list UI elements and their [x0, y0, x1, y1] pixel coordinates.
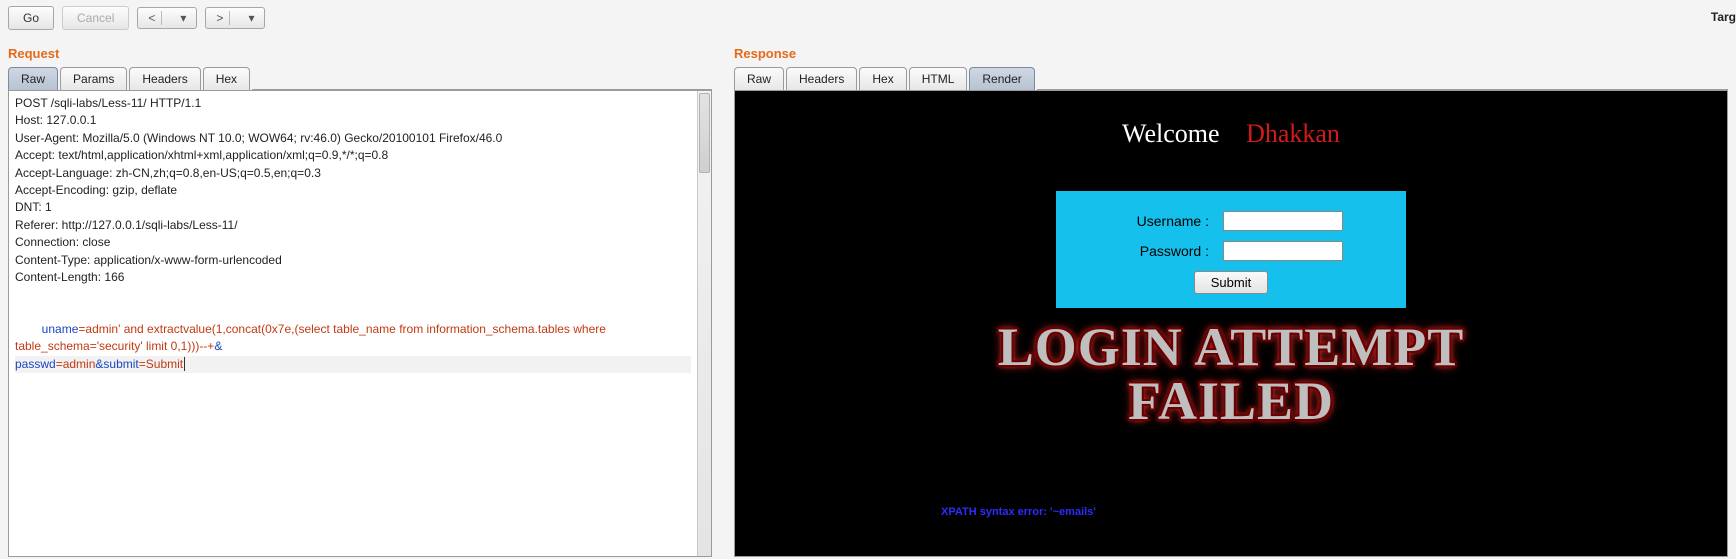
request-line: Accept-Encoding: gzip, deflate — [15, 182, 705, 199]
request-line: POST /sqli-labs/Less-11/ HTTP/1.1 — [15, 95, 705, 112]
caret-down-icon: ▾ — [174, 11, 192, 25]
welcome-heading: Welcome Dhakkan — [735, 91, 1727, 149]
tab-hex[interactable]: Hex — [859, 67, 906, 90]
request-line: Content-Type: application/x-www-form-url… — [15, 252, 705, 269]
tab-hex[interactable]: Hex — [203, 67, 250, 90]
request-pane: Request Raw Params Headers Hex POST /sql… — [0, 36, 720, 557]
request-body: uname=admin' and extractvalue(1,concat(0… — [15, 322, 691, 388]
prev-button[interactable]: < ▾ — [137, 7, 197, 29]
login-form: Username : Password : Submit — [1056, 191, 1406, 308]
response-pane: Response Raw Headers Hex HTML Render Wel… — [726, 36, 1736, 557]
action-toolbar: Go Cancel < ▾ > ▾ — [0, 0, 1736, 36]
request-line: Accept-Language: zh-CN,zh;q=0.8,en-US;q=… — [15, 165, 705, 182]
chevron-right-icon: > — [210, 11, 229, 25]
submit-button[interactable]: Submit — [1194, 271, 1268, 294]
caret-down-icon: ▾ — [242, 11, 260, 25]
response-title: Response — [734, 46, 1728, 61]
cancel-button[interactable]: Cancel — [62, 6, 129, 30]
password-label: Password : — [1119, 243, 1209, 259]
scrollbar[interactable] — [697, 91, 711, 556]
response-tabs: Raw Headers Hex HTML Render — [734, 67, 1728, 90]
tab-html[interactable]: HTML — [909, 67, 968, 90]
request-line: User-Agent: Mozilla/5.0 (Windows NT 10.0… — [15, 130, 705, 147]
request-line: Host: 127.0.0.1 — [15, 112, 705, 129]
tab-raw[interactable]: Raw — [8, 67, 58, 90]
xpath-error-text: XPATH syntax error: '~emails' — [941, 506, 1096, 518]
username-label: Username : — [1119, 213, 1209, 229]
request-editor[interactable]: POST /sqli-labs/Less-11/ HTTP/1.1 Host: … — [8, 90, 712, 557]
request-line: DNT: 1 — [15, 199, 705, 216]
tab-headers[interactable]: Headers — [129, 67, 200, 90]
request-title: Request — [8, 46, 712, 61]
go-button[interactable]: Go — [8, 6, 54, 30]
tab-headers[interactable]: Headers — [786, 67, 857, 90]
username-field[interactable] — [1223, 211, 1343, 231]
next-button[interactable]: > ▾ — [205, 7, 265, 29]
request-line: Referer: http://127.0.0.1/sqli-labs/Less… — [15, 217, 705, 234]
response-render: Welcome Dhakkan Username : Password : Su… — [734, 90, 1728, 557]
request-line: Content-Length: 166 — [15, 269, 705, 286]
target-label: Targ — [1711, 10, 1736, 24]
login-failed-text: LOGIN ATTEMPT FAILED — [735, 320, 1727, 428]
chevron-left-icon: < — [142, 11, 161, 25]
tab-params[interactable]: Params — [60, 67, 127, 90]
password-field[interactable] — [1223, 241, 1343, 261]
tab-raw[interactable]: Raw — [734, 67, 784, 90]
scrollbar-thumb[interactable] — [699, 93, 710, 173]
request-tabs: Raw Params Headers Hex — [8, 67, 712, 90]
request-line: Accept: text/html,application/xhtml+xml,… — [15, 147, 705, 164]
tab-render[interactable]: Render — [969, 67, 1034, 90]
request-line: Connection: close — [15, 234, 705, 251]
